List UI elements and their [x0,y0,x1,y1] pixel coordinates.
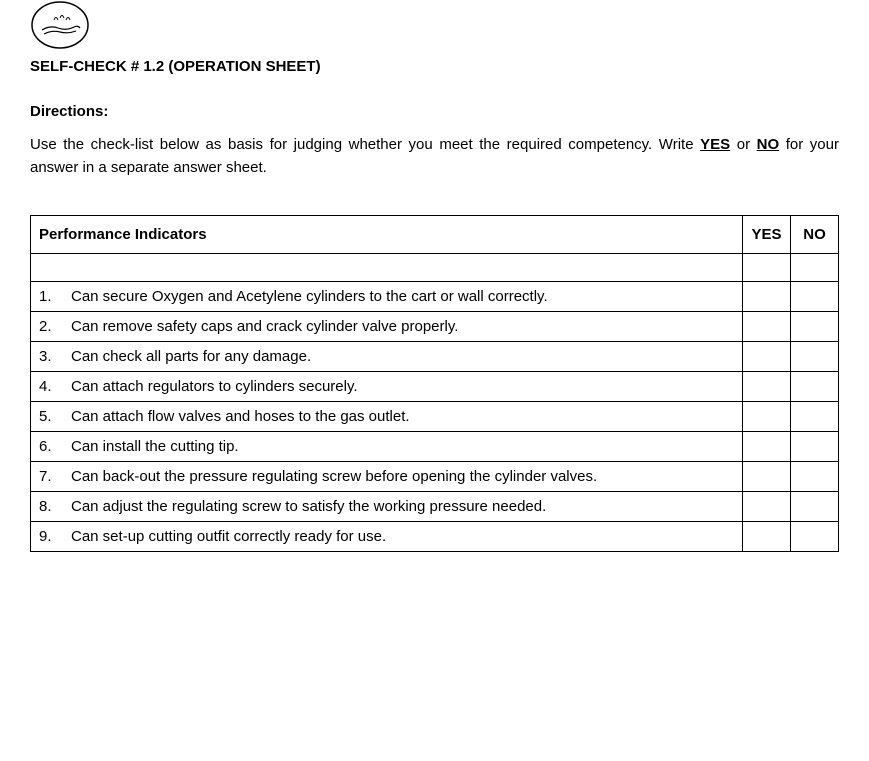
row-number: 7. [39,468,63,485]
no-cell [791,522,839,552]
table-row: 9.Can set-up cutting outfit correctly re… [31,522,839,552]
spacer-cell [31,254,743,282]
no-cell [791,342,839,372]
hand-logo-icon [30,0,90,50]
table-row: 7.Can back-out the pressure regulating s… [31,462,839,492]
yes-cell [743,402,791,432]
row-number: 9. [39,528,63,545]
row-number: 5. [39,408,63,425]
yes-cell [743,492,791,522]
yes-cell [743,342,791,372]
row-number: 2. [39,318,63,335]
indicator-cell: 6.Can install the cutting tip. [31,432,743,462]
directions-pre: Use the check-list below as basis for ju… [30,136,700,153]
row-text: Can check all parts for any damage. [63,348,734,365]
yes-cell [743,432,791,462]
indicator-cell: 9.Can set-up cutting outfit correctly re… [31,522,743,552]
row-number: 6. [39,438,63,455]
sheet-title: SELF-CHECK # 1.2 (OPERATION SHEET) [30,58,839,75]
no-cell [791,372,839,402]
indicator-cell: 4.Can attach regulators to cylinders sec… [31,372,743,402]
header-no: NO [791,216,839,254]
no-underlined: NO [757,136,780,153]
table-row: 5.Can attach flow valves and hoses to th… [31,402,839,432]
header-yes: YES [743,216,791,254]
header-indicators: Performance Indicators [31,216,743,254]
row-text: Can adjust the regulating screw to satis… [63,498,734,515]
spacer-yes [743,254,791,282]
directions-or: or [730,136,757,153]
yes-cell [743,372,791,402]
row-number: 1. [39,288,63,305]
indicator-cell: 3.Can check all parts for any damage. [31,342,743,372]
row-text: Can secure Oxygen and Acetylene cylinder… [63,288,734,305]
yes-cell [743,522,791,552]
table-row: 8.Can adjust the regulating screw to sat… [31,492,839,522]
indicator-cell: 7.Can back-out the pressure regulating s… [31,462,743,492]
directions-label: Directions: [30,103,839,120]
row-number: 4. [39,378,63,395]
table-row: 1.Can secure Oxygen and Acetylene cylind… [31,282,839,312]
row-number: 3. [39,348,63,365]
no-cell [791,312,839,342]
no-cell [791,432,839,462]
spacer-no [791,254,839,282]
indicator-cell: 8.Can adjust the regulating screw to sat… [31,492,743,522]
table-row: 3.Can check all parts for any damage. [31,342,839,372]
checklist-table: Performance Indicators YES NO 1.Can secu… [30,215,839,552]
table-row: 2.Can remove safety caps and crack cylin… [31,312,839,342]
row-text: Can remove safety caps and crack cylinde… [63,318,734,335]
no-cell [791,492,839,522]
row-text: Can attach flow valves and hoses to the … [63,408,734,425]
directions-text: Use the check-list below as basis for ju… [30,134,839,179]
row-text: Can install the cutting tip. [63,438,734,455]
indicator-cell: 2.Can remove safety caps and crack cylin… [31,312,743,342]
spacer-row [31,254,839,282]
row-number: 8. [39,498,63,515]
table-row: 6.Can install the cutting tip. [31,432,839,462]
row-text: Can set-up cutting outfit correctly read… [63,528,734,545]
yes-cell [743,282,791,312]
indicator-cell: 1.Can secure Oxygen and Acetylene cylind… [31,282,743,312]
yes-cell [743,462,791,492]
table-header-row: Performance Indicators YES NO [31,216,839,254]
yes-underlined: YES [700,136,730,153]
row-text: Can back-out the pressure regulating scr… [63,468,734,485]
indicator-cell: 5.Can attach flow valves and hoses to th… [31,402,743,432]
row-text: Can attach regulators to cylinders secur… [63,378,734,395]
table-row: 4.Can attach regulators to cylinders sec… [31,372,839,402]
no-cell [791,402,839,432]
no-cell [791,282,839,312]
yes-cell [743,312,791,342]
no-cell [791,462,839,492]
